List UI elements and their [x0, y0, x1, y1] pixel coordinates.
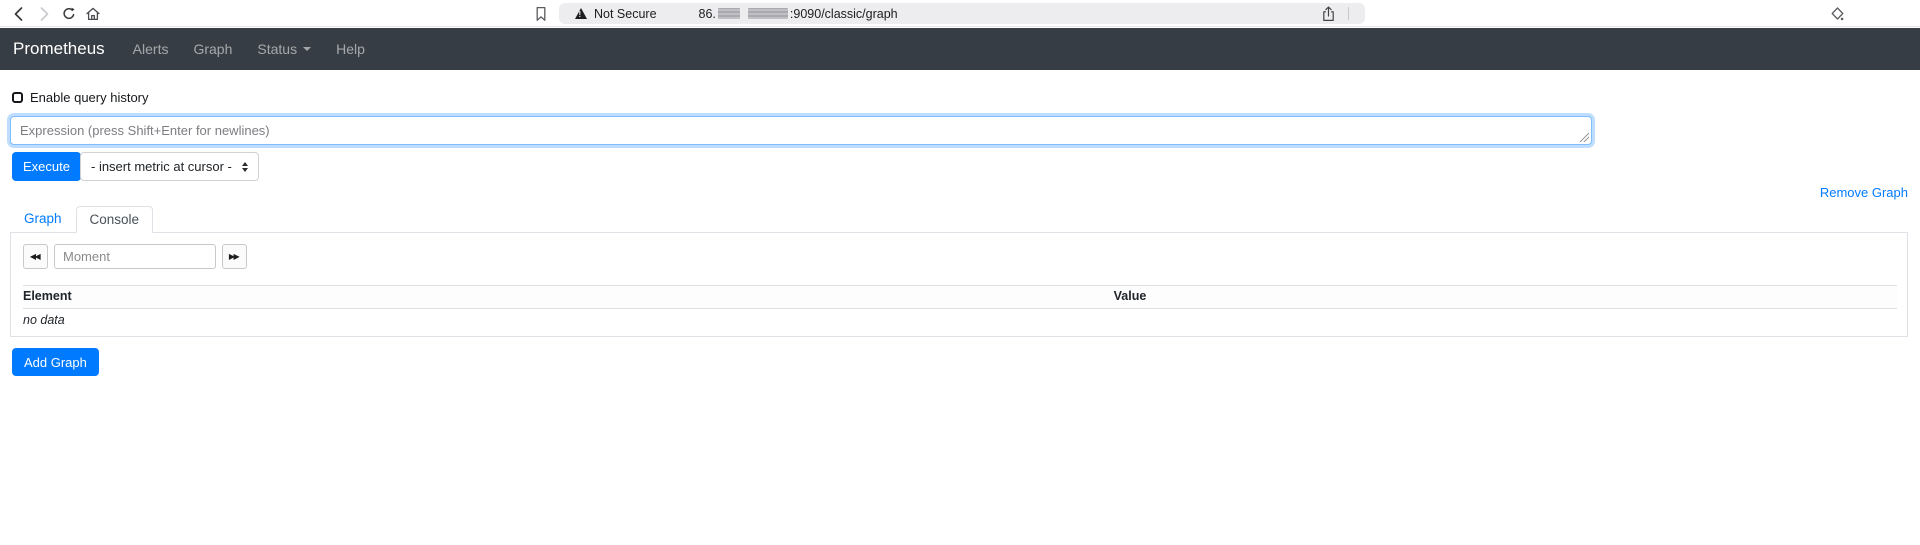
browser-forward-button[interactable] [34, 4, 54, 24]
address-bar[interactable]: ! Not Secure 86. :9090/classic/graph [559, 3, 1365, 24]
share-button[interactable] [1322, 6, 1335, 22]
console-panel: ◀◀ ▶▶ Element Value no data [10, 233, 1908, 337]
browser-home-button[interactable] [83, 4, 103, 24]
browser-back-button[interactable] [8, 4, 28, 24]
browser-reload-button[interactable] [59, 4, 79, 24]
table-row: no data [23, 309, 1897, 334]
table-header-row: Element Value [23, 286, 1897, 309]
moment-controls: ◀◀ ▶▶ [23, 244, 247, 269]
insert-metric-label: - insert metric at cursor - [91, 159, 232, 174]
browser-extension-icon[interactable] [1827, 4, 1847, 24]
navbar-brand[interactable]: Prometheus [13, 39, 105, 59]
nav-item-help[interactable]: Help [330, 37, 371, 61]
home-icon [85, 6, 101, 22]
bookmark-button[interactable] [531, 4, 551, 24]
value-column-header: Value [1114, 286, 1897, 309]
expression-input[interactable] [10, 116, 1592, 145]
nav-item-alerts[interactable]: Alerts [127, 37, 175, 61]
url-prefix: 86. [699, 7, 716, 21]
no-data-cell: no data [23, 309, 1897, 334]
tab-console[interactable]: Console [76, 206, 154, 233]
element-column-header: Element [23, 286, 1114, 309]
caret-down-icon [303, 47, 311, 51]
bookmark-icon [535, 6, 547, 22]
enable-query-history-label: Enable query history [30, 90, 149, 105]
add-graph-button[interactable]: Add Graph [12, 348, 99, 376]
moment-next-button[interactable]: ▶▶ [222, 244, 247, 269]
chevron-left-icon [13, 6, 24, 22]
remove-graph-link[interactable]: Remove Graph [1820, 185, 1908, 200]
query-history-row: Enable query history [12, 90, 149, 105]
console-result-table: Element Value no data [23, 285, 1897, 333]
moment-prev-button[interactable]: ◀◀ [23, 244, 48, 269]
security-status-label[interactable]: Not Secure [594, 7, 657, 21]
redacted-url-segment [718, 8, 740, 19]
url-suffix: :9090/classic/graph [790, 7, 898, 21]
not-secure-warning-icon: ! [575, 8, 587, 19]
nav-item-status[interactable]: Status [251, 37, 317, 61]
insert-metric-select[interactable]: - insert metric at cursor - [80, 152, 259, 181]
execute-button[interactable]: Execute [12, 152, 81, 181]
diamond-cursor-icon [1830, 6, 1845, 22]
resize-grip-icon[interactable] [1578, 131, 1589, 142]
reload-icon [61, 6, 77, 22]
enable-query-history-checkbox[interactable] [12, 92, 23, 103]
moment-input[interactable] [54, 244, 216, 269]
prometheus-navbar: Prometheus Alerts Graph Status Help [0, 28, 1920, 70]
nav-item-graph[interactable]: Graph [187, 37, 238, 61]
graph-console-tabs: Graph Console [10, 206, 1908, 233]
chevron-right-icon [39, 6, 50, 22]
tab-graph[interactable]: Graph [10, 205, 76, 232]
address-bar-divider [1348, 7, 1349, 20]
redacted-url-segment [748, 8, 788, 19]
share-icon [1322, 6, 1335, 22]
url-text[interactable]: 86. :9090/classic/graph [699, 7, 898, 21]
select-updown-icon [242, 162, 248, 172]
browser-toolbar: ! Not Secure 86. :9090/classic/graph [0, 0, 1920, 27]
